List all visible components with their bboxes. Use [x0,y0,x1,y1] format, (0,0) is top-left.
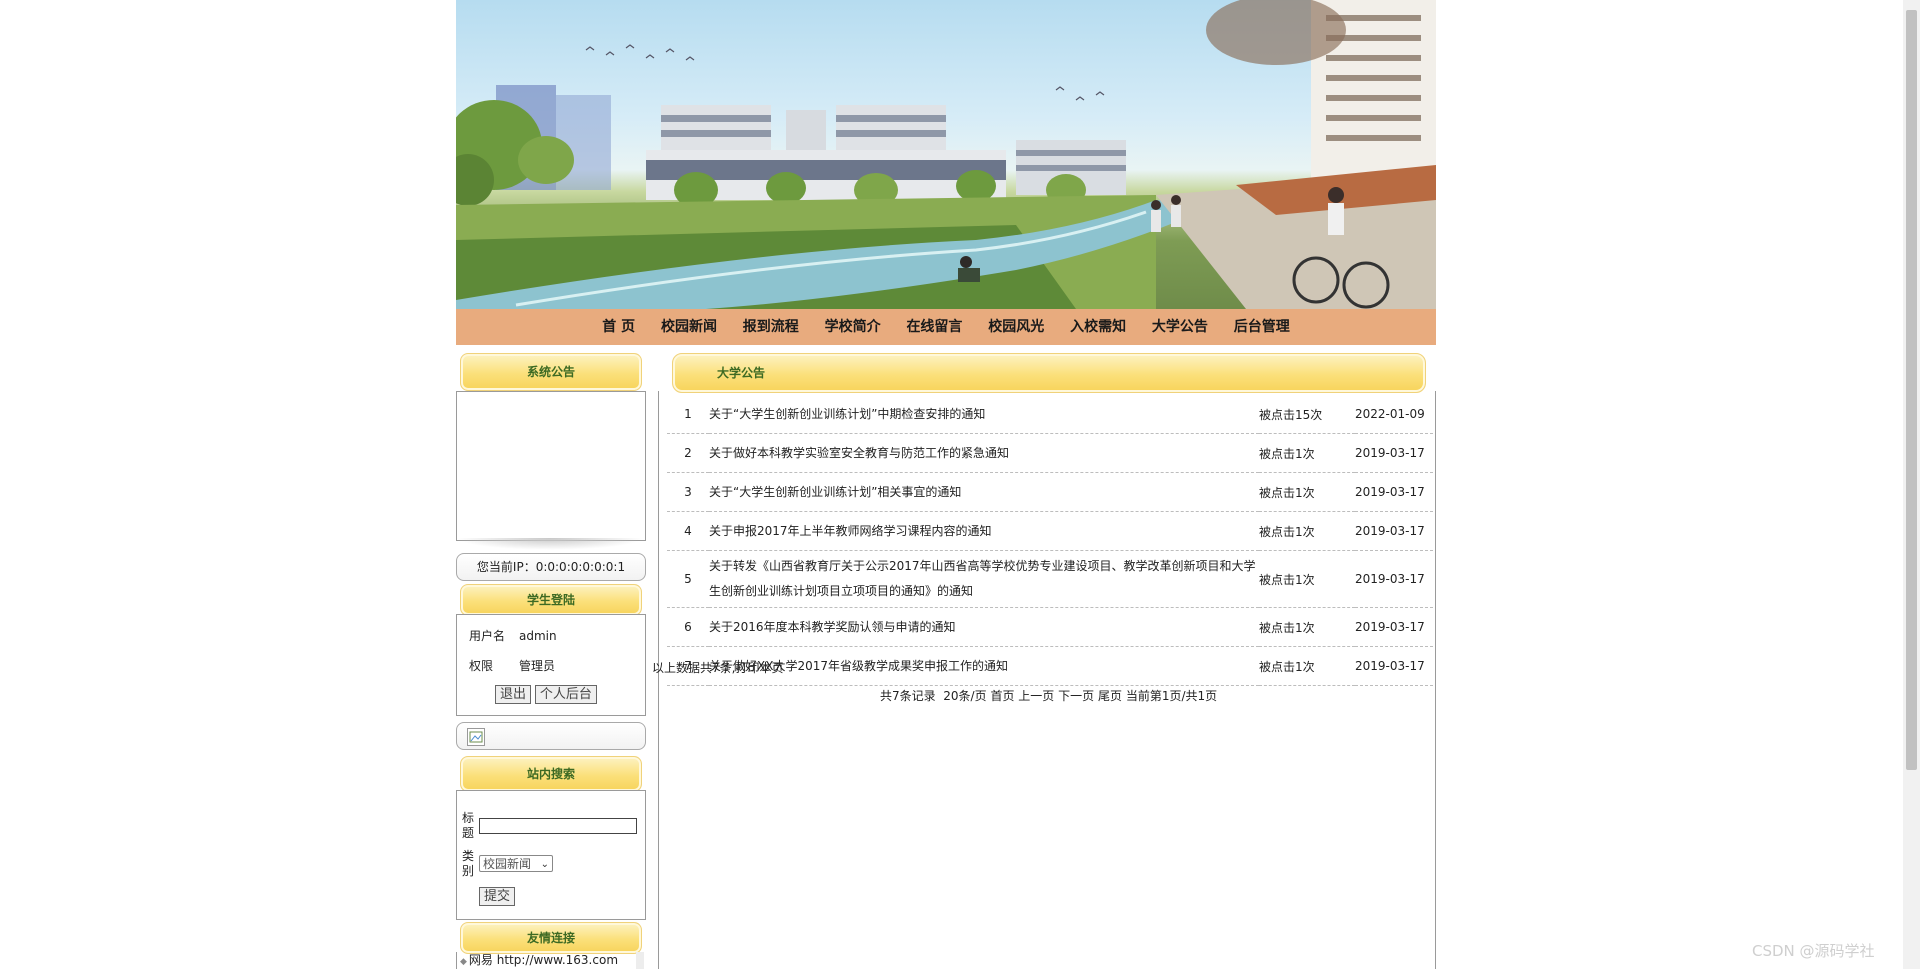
table-row: 5 关于转发《山西省教育厅关于公示2017年山西省高等学校优势专业建设项目、教学… [667,550,1433,608]
login-box: 用户名 admin 权限 管理员 退出 个人后台 [456,614,646,716]
row-number: 5 [667,550,709,608]
pager-next[interactable]: 下一页 [1058,689,1094,703]
hit-count: 被点击1次 [1259,646,1355,686]
announcement-table: 1 关于“大学生创新创业训练计划”中期检查安排的通知 被点击15次 2022-0… [667,395,1433,686]
table-row: 2 关于做好本科教学实验室安全教育与防范工作的紧急通知 被点击1次 2019-0… [667,433,1433,473]
search-submit-button[interactable]: 提交 [479,887,516,906]
row-number: 1 [667,395,709,434]
page-container: 首 页 校园新闻 报到流程 学校简介 在线留言 校园风光 入校需知 大学公告 后… [456,0,1436,969]
search-box: 标题 类别 校园新闻 ⌄ 提交 [456,790,646,920]
nav-item-announcements[interactable]: 大学公告 [1141,309,1219,345]
scrollbar-thumb[interactable] [1906,10,1917,770]
campus-illustration [456,0,1436,309]
publish-date: 2019-03-17 [1355,511,1433,551]
publish-date: 2019-03-17 [1355,646,1433,686]
hit-count: 被点击1次 [1259,550,1355,608]
announcement-section-title: 大学公告 [717,366,766,380]
friend-link-item[interactable]: 网易 http://www.163.com [469,953,618,967]
student-login-title: 学生登陆 [460,584,642,616]
page-scrollbar[interactable] [1903,0,1920,969]
search-title-input[interactable] [479,818,637,834]
logout-button[interactable]: 退出 [495,685,532,704]
pager-per-page: 20条/页 [943,689,987,703]
announcement-link[interactable]: 关于“大学生创新创业训练计划”相关事宜的通知 [709,472,1259,512]
hit-count: 被点击1次 [1259,607,1355,647]
search-category-value: 校园新闻 [483,857,532,871]
friend-links-title: 友情连接 [460,922,642,954]
table-row: 1 关于“大学生创新创业训练计划”中期检查安排的通知 被点击15次 2022-0… [667,395,1433,434]
nav-item-scenery[interactable]: 校园风光 [977,309,1055,345]
pager-prev[interactable]: 上一页 [1018,689,1054,703]
system-notice-box [456,391,646,541]
record-summary: 以上数据共7条,打印本页 [652,659,783,676]
row-number: 6 [667,607,709,647]
bullet-icon: ◆ [460,957,467,967]
hit-count: 被点击1次 [1259,472,1355,512]
announcement-panel: 1 关于“大学生创新创业训练计划”中期检查安排的通知 被点击15次 2022-0… [658,391,1436,969]
personal-backend-button[interactable]: 个人后台 [534,685,597,704]
nav-item-admin[interactable]: 后台管理 [1223,309,1301,345]
campus-banner [456,0,1436,309]
announcement-title-bar: 大学公告 [672,353,1426,393]
row-number: 2 [667,433,709,473]
publish-date: 2019-03-17 [1355,472,1433,512]
search-category-select[interactable]: 校园新闻 ⌄ [479,855,553,872]
broken-image-icon [467,728,485,746]
username-label: 用户名 [469,629,506,643]
broken-image-bar [456,722,646,750]
nav-item-registration[interactable]: 报到流程 [732,309,810,345]
announcement-link[interactable]: 关于申报2017年上半年教师网络学习课程内容的通知 [709,511,1259,551]
role-label: 权限 [469,659,494,673]
pager-last[interactable]: 尾页 [1098,689,1122,703]
role-value: 管理员 [519,659,556,673]
friend-links-list: ◆ 网易 http://www.163.com [456,952,645,969]
announcement-link[interactable]: 关于2016年度本科教学奖励认领与申请的通知 [709,607,1259,647]
csdn-watermark: CSDN @源码学社 [1752,942,1875,960]
nav-item-school-intro[interactable]: 学校简介 [814,309,892,345]
nav-item-campus-news[interactable]: 校园新闻 [650,309,728,345]
system-notice-title: 系统公告 [460,353,642,391]
row-number: 4 [667,511,709,551]
table-row: 4 关于申报2017年上半年教师网络学习课程内容的通知 被点击1次 2019-0… [667,511,1433,551]
table-row: 6 关于2016年度本科教学奖励认领与申请的通知 被点击1次 2019-03-1… [667,607,1433,647]
pager-first[interactable]: 首页 [990,689,1014,703]
row-number: 3 [667,472,709,512]
nav-item-message[interactable]: 在线留言 [895,309,973,345]
announcement-link[interactable]: 关于做好XX大学2017年省级教学成果奖申报工作的通知 [709,646,1259,686]
hit-count: 被点击1次 [1259,511,1355,551]
username-value: admin [519,629,557,643]
announcement-link[interactable]: 关于“大学生创新创业训练计划”中期检查安排的通知 [709,395,1259,434]
table-row: 3 关于“大学生创新创业训练计划”相关事宜的通知 被点击1次 2019-03-1… [667,472,1433,512]
pagination: 共7条记录 20条/页 首页 上一页 下一页 尾页 当前第1页/共1页 [880,687,1217,704]
publish-date: 2019-03-17 [1355,433,1433,473]
site-search-title: 站内搜索 [460,756,642,792]
ip-address-bar: 您当前IP：0:0:0:0:0:0:0:1 [456,553,646,581]
summary-text[interactable]: 以上数据共7条,打印本页 [652,661,783,675]
pager-current: 当前第1页/共1页 [1125,689,1218,703]
main-nav: 首 页 校园新闻 报到流程 学校简介 在线留言 校园风光 入校需知 大学公告 后… [456,309,1436,345]
pager-total: 共7条记录 [880,689,936,703]
nav-item-enrollment-guide[interactable]: 入校需知 [1059,309,1137,345]
publish-date: 2022-01-09 [1355,395,1433,434]
search-category-label: 类别 [462,849,475,878]
hit-count: 被点击1次 [1259,433,1355,473]
chevron-down-icon: ⌄ [540,859,549,870]
hit-count: 被点击15次 [1259,395,1355,434]
nav-item-home[interactable]: 首 页 [591,309,646,345]
announcement-link[interactable]: 关于做好本科教学实验室安全教育与防范工作的紧急通知 [709,433,1259,473]
announcement-link[interactable]: 关于转发《山西省教育厅关于公示2017年山西省高等学校优势专业建设项目、教学改革… [709,550,1259,608]
links-scrollbar[interactable] [636,952,644,969]
publish-date: 2019-03-17 [1355,607,1433,647]
publish-date: 2019-03-17 [1355,550,1433,608]
notice-box-shadow [456,538,644,550]
search-title-label: 标题 [462,811,475,840]
